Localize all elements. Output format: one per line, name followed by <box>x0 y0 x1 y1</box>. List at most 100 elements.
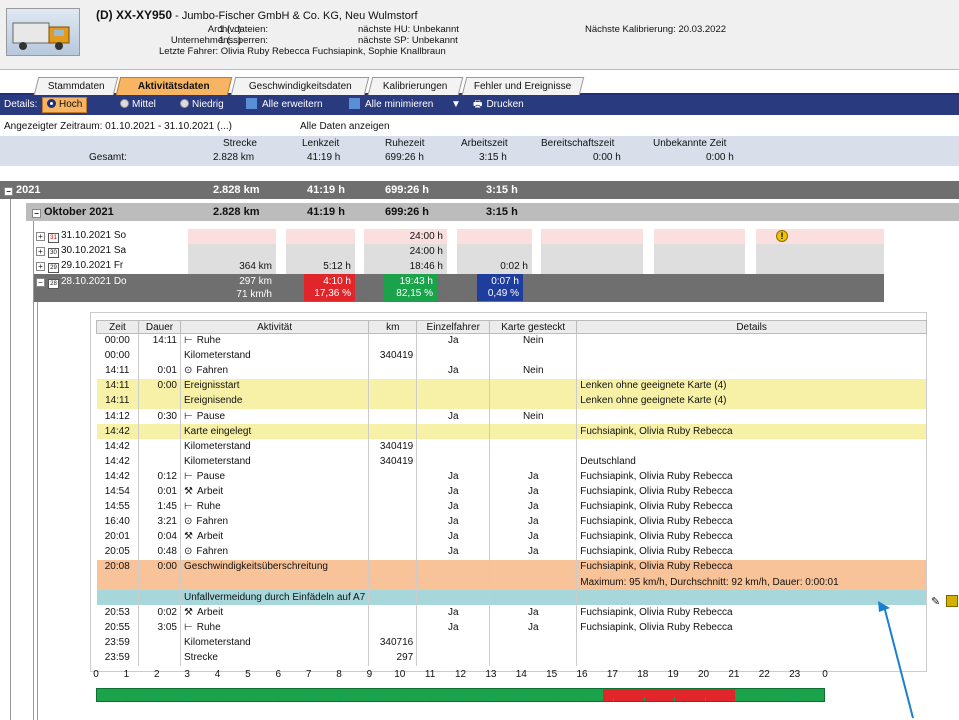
table-row[interactable]: 14:11 0:00 Ereignisstart Lenken ohne geeign… <box>96 378 927 394</box>
table-row[interactable]: 23:59 Kilometerstand 340716 <box>96 635 927 651</box>
col-dauer[interactable]: Dauer <box>138 320 181 334</box>
expand-icon[interactable]: + <box>36 262 45 271</box>
col-zeit[interactable]: Zeit <box>96 320 139 334</box>
col-einzelfahrer[interactable]: Einzelfahrer <box>416 320 491 334</box>
table-row[interactable]: 00:00 14:11 ⊢ Ruhe Ja Nein <box>96 333 927 349</box>
cell-text: Ja <box>527 621 539 633</box>
expand-icon[interactable]: + <box>36 232 45 241</box>
table-row[interactable]: 14:54 0:01 ⚒ Arbeit Ja Ja Fuchsiapink, Olivia … <box>96 484 927 500</box>
collapse-dropdown[interactable]: ▼ <box>451 98 461 112</box>
radio-off-icon <box>120 99 129 108</box>
tab-aktivitaetsdaten[interactable]: Aktivitätsdaten <box>115 77 233 95</box>
table-row[interactable]: 14:12 0:30 ⊢ Pause Ja Nein <box>96 408 927 425</box>
table-row[interactable]: 20:53 0:02 ⚒ Arbeit Ja Ja Fuchsiapink, Olivia … <box>96 605 927 621</box>
table-row[interactable]: 20:55 3:05 ⊢ Ruhe Ja Ja Fuchsiapink, Olivia Ru… <box>96 620 927 636</box>
table-row[interactable]: 16:40 3:21 ⊙ Fahren Ja Ja Fuchsiapink, Olivia … <box>96 514 927 530</box>
table-row[interactable]: 14:55 1:45 ⊢ Ruhe Ja Ja Fuchsiapink, Olivia Ru… <box>96 499 927 515</box>
table-row[interactable]: Unfallvermeidung durch Einfädeln auf A7 <box>96 590 927 606</box>
show-all-link[interactable]: Alle Daten anzeigen <box>300 121 390 132</box>
summary-value: 699:26 h <box>385 152 424 163</box>
cell-dauer: 0:00 <box>138 378 181 394</box>
radio-hoch[interactable]: Hoch <box>42 97 88 113</box>
table-row[interactable]: Maximum: 95 km/h, Durchschnitt: 92 km/h,… <box>96 575 927 591</box>
cell-zeit: 14:55 <box>96 499 139 515</box>
expand-icon[interactable]: + <box>36 247 45 256</box>
calendar-icon: 29 <box>48 263 59 273</box>
warning-icon[interactable]: ! <box>776 230 788 242</box>
radio-niedrig[interactable]: Niedrig <box>180 98 224 112</box>
col-aktivitaet[interactable]: Aktivität <box>179 320 370 334</box>
timeline-tick: 21 <box>728 669 740 680</box>
table-row[interactable]: 14:11 0:01 ⊙ Fahren Ja Nein <box>96 363 927 379</box>
day-ruhe: 24:00 h <box>364 244 447 260</box>
cell-zeit: 14:42 <box>96 469 139 485</box>
cell-aktivitaet <box>180 575 370 591</box>
collapse-icon[interactable]: − <box>4 187 13 196</box>
timeline-hour-mark <box>218 697 220 701</box>
table-row[interactable]: 20:08 0:00 Geschwindigkeitsüberschreitung F… <box>96 559 927 575</box>
timeline-tick: 22 <box>758 669 770 680</box>
table-row[interactable]: 20:05 0:48 ⊙ Fahren Ja Ja Fuchsiapink, Olivia … <box>96 544 927 560</box>
cell-text: 14:42 <box>104 455 130 467</box>
col-km[interactable]: km <box>368 320 418 334</box>
radio-mittel[interactable]: Mittel <box>120 98 156 112</box>
cell-km <box>368 393 418 409</box>
cell-dauer: 3:05 <box>138 620 181 636</box>
blocks-value[interactable]: 1 (...) <box>219 35 241 46</box>
timeline-hour-mark <box>704 697 706 701</box>
day-row[interactable]: +31 31.10.2021 So 24:00 h ! <box>0 229 959 245</box>
edit-pencil-icon[interactable]: ✎ <box>931 595 940 608</box>
table-row[interactable]: 14:42 Kilometerstand 340419 <box>96 439 927 455</box>
cell-text: Fuchsiapink, Olivia Ruby Rebecca <box>580 425 733 437</box>
month-value: 3:15 h <box>486 206 518 218</box>
col-details[interactable]: Details <box>576 320 927 334</box>
collapse-icon <box>349 98 360 109</box>
day-warning <box>756 244 884 260</box>
table-row[interactable]: 14:42 0:12 ⊢ Pause Ja Ja Fuchsiapink, Olivia R… <box>96 469 927 485</box>
day-row[interactable]: +30 30.10.2021 Sa 24:00 h <box>0 244 959 260</box>
cell-text: 23:59 <box>104 652 130 664</box>
tab-kalibrierungen[interactable]: Kalibrierungen <box>367 77 464 95</box>
cell-text: 0:01 <box>157 485 177 497</box>
collapse-icon[interactable]: − <box>36 278 45 287</box>
cell-aktivitaet: Kilometerstand <box>180 454 370 470</box>
tab-geschwindigkeitsdaten[interactable]: Geschwindigkeitsdaten <box>230 77 370 95</box>
collapse-all-button[interactable]: Alle minimieren <box>349 98 433 112</box>
table-row[interactable]: 14:11 Ereignisende Lenken ohne geeignete K… <box>96 393 927 409</box>
cell-text: Ja <box>527 606 539 618</box>
cell-text: 14:11 <box>105 365 130 377</box>
note-icon[interactable] <box>946 595 958 607</box>
activity-icon: ⚒ <box>184 531 193 543</box>
day-speed: 71 km/h <box>236 289 272 300</box>
table-row[interactable]: 00:00 Kilometerstand 340419 <box>96 348 927 364</box>
timeline-hour-mark <box>734 697 736 701</box>
table-row[interactable]: 14:42 Karte eingelegt Fuchsiapink, Olivia … <box>96 424 927 440</box>
year-row[interactable]: −2021 2.828 km 41:19 h 699:26 h 3:15 h <box>0 181 959 199</box>
tab-fehler-ereignisse[interactable]: Fehler und Ereignisse <box>461 77 585 95</box>
archive-value[interactable]: 1 (...) <box>219 24 241 35</box>
cell-aktivitaet: ⚒ Arbeit <box>180 605 370 621</box>
calibration-info: Nächste Kalibrierung: 20.03.2022 <box>585 24 726 35</box>
cell-text: 20:53 <box>104 606 130 618</box>
month-row[interactable]: − Oktober 2021 2.828 km 41:19 h 699:26 h … <box>26 203 959 221</box>
period-label: Angezeigter Zeitraum: <box>4 121 103 132</box>
tab-stammdaten[interactable]: Stammdaten <box>33 77 119 95</box>
tab-bar: Stammdaten Aktivitätsdaten Geschwindigke… <box>0 75 959 95</box>
timeline-tick: 7 <box>305 669 312 680</box>
period-value[interactable]: 01.10.2021 - 31.10.2021 (...) <box>105 121 232 132</box>
table-row[interactable]: 14:42 Kilometerstand 340419 Deutschland <box>96 454 927 470</box>
cell-zeit: 20:08 <box>96 559 139 575</box>
table-row[interactable]: 23:59 Strecke 297 <box>96 650 927 666</box>
day-row[interactable]: +29 29.10.2021 Fr 364 km 5:12 h 18:46 h 0… <box>0 259 959 275</box>
table-row[interactable]: 20:01 0:04 ⚒ Arbeit Ja Ja Fuchsiapink, Olivia … <box>96 529 927 545</box>
day-row-selected[interactable]: −28 28.10.2021 Do 297 km 71 km/h 4:10 h 17… <box>34 274 884 302</box>
col-karte[interactable]: Karte gesteckt <box>489 320 578 334</box>
expand-all-button[interactable]: Alle erweitern <box>246 98 323 112</box>
timeline-hour-mark <box>431 697 433 701</box>
cell-text: 20:55 <box>104 621 130 633</box>
collapse-icon[interactable]: − <box>32 209 41 218</box>
timeline-tick: 1 <box>123 669 130 680</box>
day-unbekannt <box>654 229 745 245</box>
summary-value: 3:15 h <box>479 152 507 163</box>
print-button[interactable]: 🖶 Drucken <box>473 98 524 112</box>
